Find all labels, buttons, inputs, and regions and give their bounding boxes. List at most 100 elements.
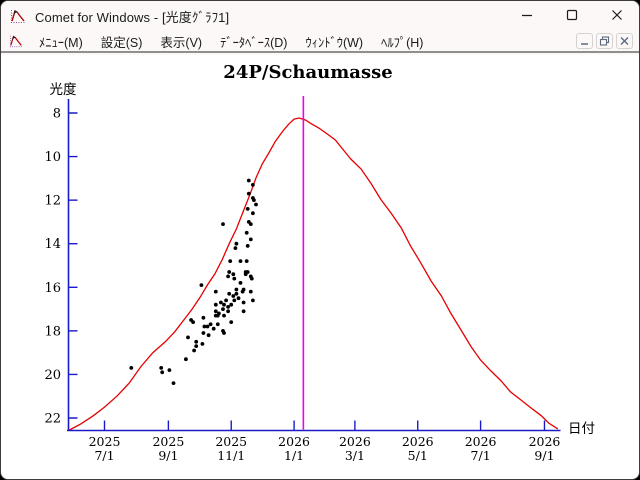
mdi-close-button[interactable] bbox=[616, 33, 633, 49]
document-chart-icon bbox=[9, 34, 24, 48]
observation-point bbox=[214, 309, 218, 313]
x-tick-label-date: 3/1 bbox=[345, 448, 365, 463]
observation-point bbox=[207, 333, 211, 337]
observation-point bbox=[249, 238, 253, 242]
mdi-close-icon bbox=[619, 34, 630, 49]
observation-point bbox=[227, 292, 231, 296]
x-tick-label-date: 5/1 bbox=[408, 448, 428, 463]
y-tick-label: 14 bbox=[44, 237, 61, 252]
x-tick-label-year: 2026 bbox=[278, 434, 310, 449]
x-tick-label-date: 1/1 bbox=[284, 448, 304, 463]
observation-point bbox=[184, 357, 188, 361]
chart-area: 81012141618202220257/120259/1202511/1202… bbox=[1, 55, 639, 479]
observation-point bbox=[226, 309, 230, 313]
observation-point bbox=[246, 244, 250, 248]
y-tick-label: 12 bbox=[44, 194, 61, 209]
maximize-button[interactable] bbox=[549, 1, 594, 31]
observation-point bbox=[251, 299, 255, 303]
observation-point bbox=[172, 381, 176, 385]
observation-point bbox=[235, 292, 239, 296]
observation-point bbox=[191, 320, 195, 324]
observation-point bbox=[252, 198, 256, 202]
observation-point bbox=[194, 340, 198, 344]
observation-point bbox=[246, 270, 250, 274]
predicted-curve bbox=[70, 118, 558, 430]
observation-point bbox=[247, 179, 251, 183]
observation-point bbox=[247, 192, 251, 196]
x-tick-label-date: 11/1 bbox=[217, 448, 245, 463]
observation-point bbox=[239, 259, 243, 263]
y-tick-label: 8 bbox=[53, 107, 61, 122]
x-tick-label-year: 2025 bbox=[89, 434, 121, 449]
observation-point bbox=[224, 299, 228, 303]
menu-item-view[interactable]: 表示(V) bbox=[151, 30, 211, 53]
observation-point bbox=[214, 303, 218, 307]
light-curve-chart: 81012141618202220257/120259/1202511/1202… bbox=[1, 55, 640, 480]
maximize-icon bbox=[566, 9, 578, 24]
x-tick-label-year: 2025 bbox=[152, 434, 184, 449]
observation-point bbox=[221, 222, 225, 226]
x-tick-label-date: 7/1 bbox=[94, 448, 114, 463]
observation-point bbox=[235, 288, 239, 292]
observation-point bbox=[216, 322, 220, 326]
close-icon bbox=[611, 9, 623, 24]
x-tick-label-year: 2026 bbox=[339, 434, 371, 449]
observation-point bbox=[209, 322, 213, 326]
mdi-minimize-icon bbox=[579, 34, 590, 49]
observation-point bbox=[192, 349, 196, 353]
observation-point bbox=[222, 331, 226, 335]
x-tick-label-year: 2025 bbox=[215, 434, 247, 449]
chart-title: 24P/Schaumasse bbox=[223, 62, 392, 83]
y-tick-label: 22 bbox=[44, 412, 61, 427]
mdi-minimize-button[interactable] bbox=[576, 33, 593, 49]
title-bar[interactable]: Comet for Windows - [光度ｸﾞﾗﾌ1] bbox=[1, 1, 639, 31]
observation-point bbox=[221, 307, 225, 311]
axes bbox=[67, 99, 561, 431]
observation-point bbox=[206, 325, 210, 329]
observation-point bbox=[231, 294, 235, 298]
window-title: Comet for Windows - [光度ｸﾞﾗﾌ1] bbox=[35, 7, 229, 26]
observation-point bbox=[222, 314, 226, 318]
menu-item-settings[interactable]: 設定(S) bbox=[92, 30, 152, 53]
x-tick-label-date: 9/1 bbox=[158, 448, 178, 463]
x-tick-label-year: 2026 bbox=[402, 434, 434, 449]
observation-point bbox=[160, 370, 164, 374]
y-tick-label: 18 bbox=[44, 324, 61, 339]
observation-point bbox=[222, 303, 226, 307]
observation-point bbox=[129, 366, 133, 370]
observation-point bbox=[186, 336, 190, 340]
observation-point bbox=[214, 290, 218, 294]
observation-point bbox=[227, 270, 231, 274]
observation-point bbox=[194, 344, 198, 348]
menu-item-window[interactable]: ｳｨﾝﾄﾞｳ(W) bbox=[296, 30, 372, 53]
app-window: Comet for Windows - [光度ｸﾞﾗﾌ1] bbox=[0, 0, 640, 480]
comet-lightcurve-icon bbox=[10, 8, 27, 24]
y-axis-title: 光度 bbox=[50, 82, 77, 97]
menu-item-database[interactable]: ﾃﾞｰﾀﾍﾞｰｽ(D) bbox=[211, 30, 296, 53]
observation-point bbox=[237, 296, 241, 300]
observation-point bbox=[245, 231, 249, 235]
close-button[interactable] bbox=[594, 1, 639, 31]
observation-point bbox=[231, 272, 235, 276]
y-tick-label: 10 bbox=[44, 150, 61, 165]
minimize-button[interactable] bbox=[504, 1, 549, 31]
mdi-restore-button[interactable] bbox=[596, 33, 613, 49]
observation-point bbox=[245, 259, 249, 263]
observation-point bbox=[212, 327, 216, 331]
observation-point bbox=[234, 246, 238, 250]
observation-point bbox=[217, 312, 221, 316]
observation-point bbox=[229, 320, 233, 324]
x-tick-label-year: 2026 bbox=[465, 434, 497, 449]
observation-point bbox=[235, 242, 239, 246]
observation-point bbox=[232, 299, 236, 303]
observation-point bbox=[232, 277, 236, 281]
observation-point bbox=[249, 222, 253, 226]
y-tick-label: 16 bbox=[44, 281, 61, 296]
menu-item-menu[interactable]: ﾒﾆｭｰ(M) bbox=[30, 30, 92, 53]
menu-item-help[interactable]: ﾍﾙﾌﾟ(H) bbox=[372, 30, 432, 53]
observation-point bbox=[254, 203, 258, 207]
observation-point bbox=[200, 283, 204, 287]
observation-point bbox=[202, 331, 206, 335]
y-tick-label: 20 bbox=[44, 368, 61, 383]
menu-bar: ﾒﾆｭｰ(M) 設定(S) 表示(V) ﾃﾞｰﾀﾍﾞｰｽ(D) ｳｨﾝﾄﾞｳ(W… bbox=[1, 31, 639, 53]
